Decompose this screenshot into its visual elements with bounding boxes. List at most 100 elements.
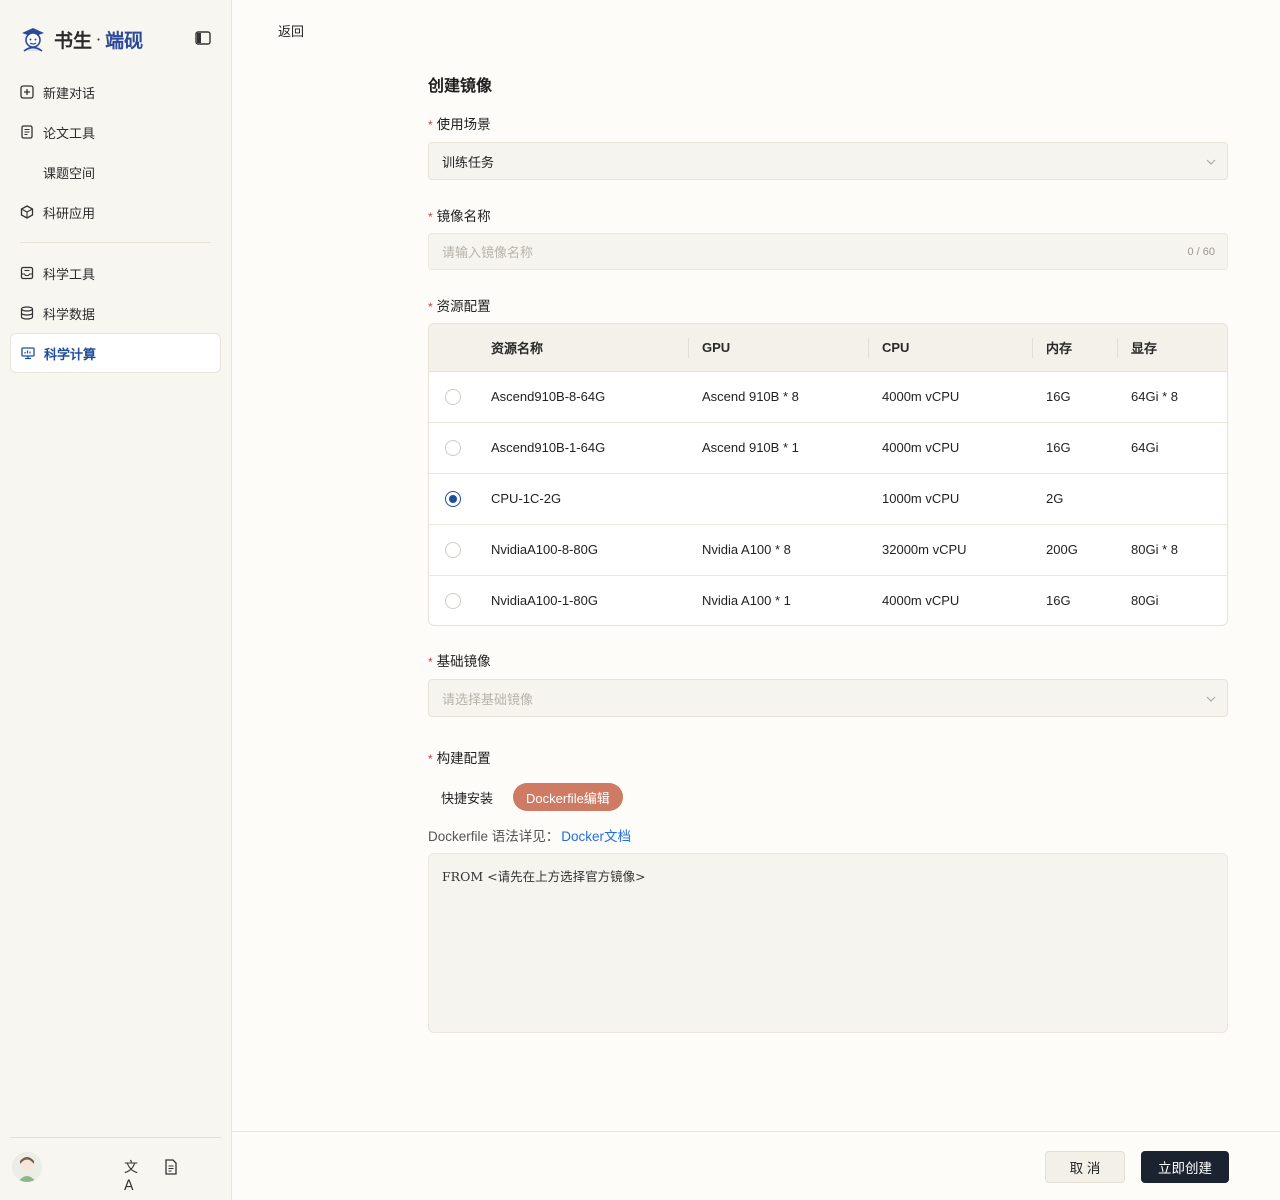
table-header-row: 资源名称 GPU CPU 内存 显存 <box>429 324 1227 372</box>
image-name-input[interactable]: 请输入镜像名称 0 / 60 <box>428 233 1228 270</box>
sidebar-item-science-data[interactable]: 科学数据 <box>10 293 221 333</box>
resource-radio[interactable] <box>445 541 461 558</box>
cell-memory: 16G <box>1032 371 1117 423</box>
column-separator <box>1117 338 1118 358</box>
radio-cell <box>429 422 477 474</box>
resource-radio[interactable] <box>445 592 461 609</box>
table-row[interactable]: Ascend910B-1-64G Ascend 910B * 1 4000m v… <box>429 422 1227 474</box>
cell-name: Ascend910B-8-64G <box>477 371 688 423</box>
scenario-value: 训练任务 <box>442 154 495 170</box>
plus-square-icon <box>20 85 34 99</box>
radio-cell <box>429 575 477 625</box>
create-button[interactable]: 立即创建 <box>1141 1151 1229 1183</box>
cell-name: CPU-1C-2G <box>477 473 688 525</box>
cell-name: NvidiaA100-1-80G <box>491 593 598 609</box>
cell-vram: 64Gi * 8 <box>1117 371 1227 423</box>
cell-cpu: 4000m vCPU <box>868 422 1032 474</box>
dockerfile-editor[interactable]: FROM <请先在上方选择官方镜像> <box>428 853 1228 1033</box>
cell-gpu: Nvidia A100 * 8 <box>688 524 868 576</box>
sidebar-toggle-icon[interactable] <box>194 29 212 47</box>
cell-memory: 16G <box>1032 422 1117 474</box>
file-doc-icon[interactable] <box>161 1157 181 1177</box>
scholar-logo-icon <box>22 28 44 52</box>
cancel-button[interactable]: 取 消 <box>1045 1151 1125 1183</box>
column-header-gpu: GPU <box>688 324 868 372</box>
table-row[interactable]: NvidiaA100-8-80G Nvidia A100 * 8 32000m … <box>429 524 1227 576</box>
docker-docs-link[interactable]: Docker文档 <box>561 829 631 844</box>
scenario-select[interactable]: 训练任务 <box>428 142 1228 180</box>
sidebar-item-label: 科学工具 <box>43 266 96 282</box>
build-config-label-text: 构建配置 <box>436 751 491 766</box>
cell-gpu: Ascend 910B * 1 <box>688 422 868 474</box>
brand-name: 书生 <box>54 29 93 52</box>
chevron-down-icon <box>1206 159 1216 165</box>
column-header-label: 显存 <box>1131 340 1158 356</box>
cell-vram <box>1117 473 1227 525</box>
column-separator <box>1032 338 1033 358</box>
brand-accent: 端砚 <box>105 29 144 52</box>
sidebar-item-research-apps[interactable]: 科研应用 <box>10 192 221 232</box>
cell-name: NvidiaA100-8-80G <box>477 524 688 576</box>
language-icon-label: 文A <box>124 1160 138 1194</box>
required-mark: * <box>428 210 433 224</box>
cell-gpu <box>688 473 868 525</box>
table-row[interactable]: NvidiaA100-1-80G Nvidia A100 * 1 4000m v… <box>429 575 1227 625</box>
cell-gpu: Nvidia A100 * 1 <box>702 593 791 609</box>
base-image-select[interactable]: 请选择基础镜像 <box>428 679 1228 717</box>
avatar[interactable] <box>12 1152 42 1182</box>
sidebar-item-topic-space[interactable]: 课题空间 <box>10 152 221 192</box>
sidebar-item-label: 科研应用 <box>43 205 96 221</box>
radio-cell <box>429 371 477 423</box>
cell-cpu: 4000m vCPU <box>882 593 960 609</box>
cell-memory: 2G <box>1032 473 1117 525</box>
language-icon[interactable]: 文A <box>124 1157 144 1194</box>
dockerfile-hint-text: Dockerfile 语法详见： <box>428 829 560 844</box>
required-mark: * <box>428 752 433 766</box>
nav-divider <box>20 242 211 243</box>
sidebar-item-label: 新建对话 <box>43 85 96 101</box>
sidebar-item-new-chat[interactable]: 新建对话 <box>10 72 221 112</box>
main-content: 返回 创建镜像 * 使用场景 训练任务 * 镜像名称 请输入镜像名称 0 / 60 … <box>232 0 1280 1200</box>
resource-radio-selected[interactable] <box>445 490 461 507</box>
table-row[interactable]: CPU-1C-2G 1000m vCPU 2G <box>429 473 1227 525</box>
column-header-vram: 显存 <box>1117 324 1227 372</box>
sidebar-item-label: 科学数据 <box>43 306 96 322</box>
required-mark: * <box>428 300 433 314</box>
base-image-label: * 基础镜像 <box>428 650 491 670</box>
image-name-placeholder: 请输入镜像名称 <box>442 245 534 260</box>
sidebar-item-science-tools[interactable]: 科学工具 <box>10 253 221 293</box>
cell-vram: 80Gi * 8 <box>1117 524 1227 576</box>
action-bar: 取 消 立即创建 <box>232 1131 1280 1200</box>
resource-radio[interactable] <box>445 439 461 456</box>
cell-cpu: 1000m vCPU <box>868 473 1032 525</box>
back-link[interactable]: 返回 <box>278 21 304 40</box>
sidebar-item-science-compute[interactable]: 科学计算 <box>10 333 221 373</box>
brand-logo-link[interactable]: 书生 · 端砚 <box>18 24 143 54</box>
document-icon <box>21 125 33 139</box>
column-header-cpu: CPU <box>868 324 1032 372</box>
cell-name: Ascend910B-1-64G <box>477 422 688 474</box>
tab-quick-install[interactable]: 快捷安装 <box>428 783 506 811</box>
brand-dot: · <box>96 29 102 49</box>
monitor-icon <box>21 347 35 360</box>
sidebar-item-label: 科学计算 <box>44 346 97 362</box>
cell-vram: 80Gi <box>1131 593 1159 609</box>
table-row[interactable]: Ascend910B-8-64G Ascend 910B * 8 4000m v… <box>429 371 1227 423</box>
column-header-label: GPU <box>702 339 731 355</box>
dockerfile-hint: Dockerfile 语法详见： Docker文档 <box>428 825 631 845</box>
image-name-label-text: 镜像名称 <box>436 209 491 224</box>
column-separator <box>868 338 869 358</box>
toolbox-icon <box>20 266 34 280</box>
resource-radio[interactable] <box>445 388 461 405</box>
required-mark: * <box>428 655 433 669</box>
required-mark: * <box>428 118 433 132</box>
resource-table: 资源名称 GPU CPU 内存 显存 Ascend910B-8-64G Asce… <box>428 323 1228 626</box>
cube-icon <box>20 205 34 219</box>
tab-dockerfile-edit[interactable]: Dockerfile编辑 <box>513 783 623 811</box>
cell-memory: 200G <box>1032 524 1117 576</box>
scenario-label-text: 使用场景 <box>436 117 491 132</box>
sidebar-item-paper-tools[interactable]: 论文工具 <box>10 112 221 152</box>
column-header-select <box>429 324 477 372</box>
column-separator <box>688 338 689 358</box>
radio-cell <box>429 473 477 525</box>
